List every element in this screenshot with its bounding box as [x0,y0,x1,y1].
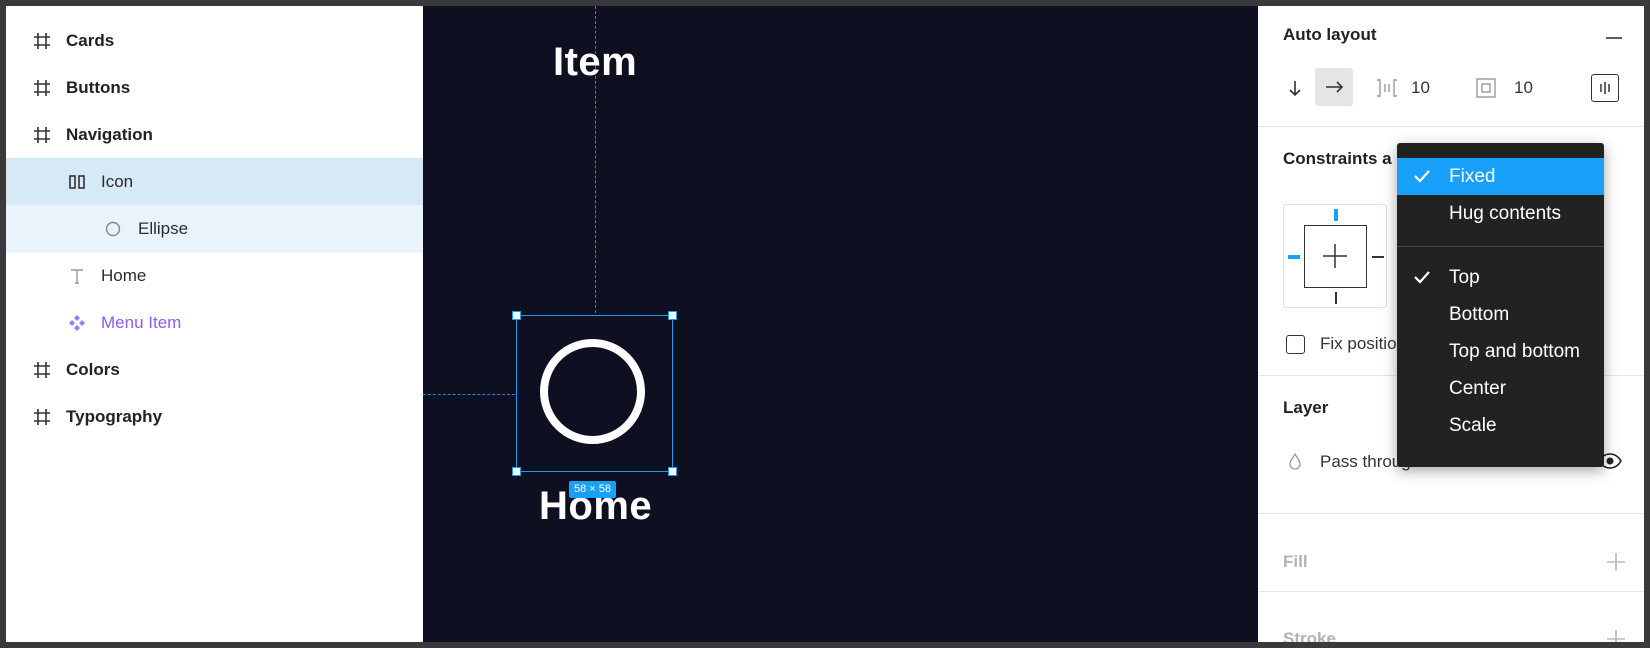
fix-position-checkbox[interactable] [1286,335,1305,354]
layers-panel: Cards Buttons Navigation Icon Ellipse Ho… [6,6,423,642]
plus-icon [1607,630,1625,642]
constraint-widget[interactable] [1283,204,1387,308]
layer-row-home[interactable]: Home [6,252,423,300]
layer-label: Navigation [66,125,153,144]
menu-item-top-and-bottom[interactable]: Top and bottom [1397,333,1604,370]
constraint-top-bar[interactable] [1334,209,1338,221]
layer-row-ellipse[interactable]: Ellipse [6,205,423,253]
menu-item-label: Fixed [1449,165,1496,187]
minus-icon [1606,37,1622,39]
add-stroke-button[interactable] [1606,629,1626,642]
constraint-bottom-bar[interactable] [1335,292,1337,304]
frame-icon [31,77,53,99]
layer-label: Ellipse [138,219,189,238]
size-badge: 58 × 58 [569,481,617,498]
design-canvas[interactable]: Item Home 58 × 58 [423,6,1258,642]
resize-handle-top-left[interactable] [512,311,521,320]
align-center-icon [1600,82,1610,94]
menu-item-label: Center [1449,377,1507,399]
menu-item-center[interactable]: Center [1397,370,1604,407]
alignment-button[interactable] [1591,74,1619,102]
layer-label: Colors [66,360,120,379]
spacing-icon [1374,76,1400,100]
menu-item-label: Bottom [1449,303,1510,325]
blend-mode-icon [1285,451,1305,471]
padding-value[interactable]: 10 [1514,78,1533,98]
constraint-dropdown-menu: Fixed Hug contents Top Bottom Top and bo… [1397,143,1604,467]
plus-icon [1323,244,1347,268]
menu-item-bottom[interactable]: Bottom [1397,296,1604,333]
resize-handle-bottom-right[interactable] [668,467,677,476]
constraints-title: Constraints a [1283,149,1392,168]
arrow-down-icon [1289,81,1301,97]
section-divider [1258,513,1644,514]
layer-row-buttons[interactable]: Buttons [6,64,423,112]
layer-label: Buttons [66,78,131,97]
frame-icon [31,124,53,146]
layer-row-cards[interactable]: Cards [6,17,423,65]
menu-item-label: Scale [1449,414,1497,436]
component-icon [66,312,88,334]
menu-item-label: Top [1449,266,1480,288]
ellipse-icon [102,218,124,240]
layer-label: Typography [66,407,163,426]
menu-item-top[interactable]: Top [1397,259,1604,296]
constraint-right-bar[interactable] [1372,256,1384,258]
horizontal-direction-button[interactable] [1315,68,1353,106]
canvas-item-text[interactable]: Item [553,40,637,85]
checkmark-icon [1413,167,1431,191]
layer-row-navigation[interactable]: Navigation [6,111,423,159]
fill-title: Fill [1283,552,1308,571]
plus-icon [1607,553,1625,571]
layer-row-icon[interactable]: Icon [6,158,423,206]
text-icon [66,265,88,287]
constraint-left-bar[interactable] [1288,255,1300,259]
canvas-ellipse[interactable] [540,339,645,444]
checkmark-icon [1413,268,1431,292]
selected-icon-frame[interactable] [512,311,677,476]
remove-auto-layout-button[interactable] [1604,28,1624,53]
menu-separator [1397,246,1604,247]
menu-item-scale[interactable]: Scale [1397,407,1604,444]
padding-icon [1474,76,1498,100]
horizontal-guide-line [423,394,515,395]
layer-label: Home [101,266,147,285]
fix-position-label: Fix positio [1320,334,1397,353]
layer-label: Menu Item [101,313,182,332]
layer-label: Icon [101,172,134,191]
menu-item-label: Hug contents [1449,202,1561,224]
layer-row-colors[interactable]: Colors [6,346,423,394]
layer-row-menu-item[interactable]: Menu Item [6,299,423,347]
section-divider [1258,126,1644,127]
menu-item-fixed[interactable]: Fixed [1397,158,1604,195]
layer-row-typography[interactable]: Typography [6,393,423,441]
vertical-direction-button[interactable] [1283,76,1307,100]
add-fill-button[interactable] [1606,552,1626,577]
arrow-right-icon [1326,81,1344,93]
auto-layout-icon [66,171,88,193]
menu-item-label: Top and bottom [1449,340,1580,362]
resize-handle-top-right[interactable] [668,311,677,320]
section-divider [1258,591,1644,592]
menu-item-hug-contents[interactable]: Hug contents [1397,195,1604,232]
auto-layout-title: Auto layout [1283,25,1377,44]
frame-icon [31,359,53,381]
frame-icon [31,406,53,428]
layer-section-title: Layer [1283,398,1329,417]
stroke-title: Stroke [1283,629,1336,642]
spacing-value[interactable]: 10 [1411,78,1430,98]
layer-label: Cards [66,31,115,50]
constraint-inner-box [1304,225,1367,288]
frame-icon [31,30,53,52]
resize-handle-bottom-left[interactable] [512,467,521,476]
